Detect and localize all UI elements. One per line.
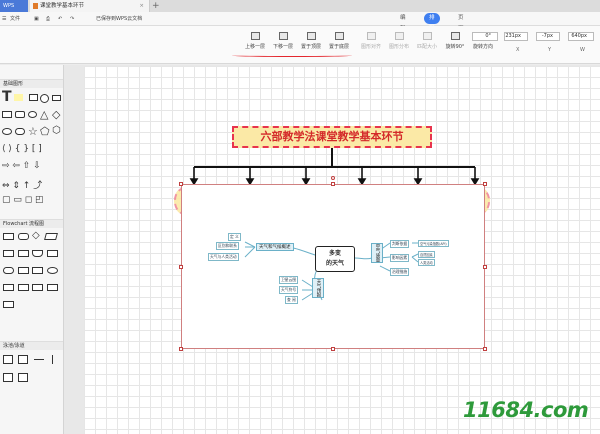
center-node-line2: 的天气 xyxy=(325,260,344,267)
branch-forecast: 天气预报 xyxy=(312,278,324,298)
leaf-human-activity: 天气与人类活动 xyxy=(208,253,239,261)
site-watermark: 11684.com xyxy=(463,398,589,422)
leaf-symbols: 天气符号 xyxy=(279,286,299,294)
mindmap-center-node: 多变 的天气 xyxy=(315,246,355,272)
leaf-satellite: 卫星云图 xyxy=(279,276,299,284)
mindmap-lines xyxy=(244,241,419,301)
leaf-factors: 影响因素 xyxy=(390,254,410,262)
leaf-difference: 区别和联系 xyxy=(216,242,239,250)
center-node-line1: 多变 xyxy=(328,250,341,257)
leaf-measures: 治理措施 xyxy=(390,268,410,276)
leaf-human: 人类活动 xyxy=(418,259,435,266)
branch-weather-climate: 天气和气候概述 xyxy=(256,243,294,251)
leaf-definition: 定 义 xyxy=(228,233,241,241)
leaf-basis: 判断依据 xyxy=(390,240,410,248)
leaf-lookup: 查 阅 xyxy=(285,296,298,304)
leaf-natural: 自然因素 xyxy=(418,251,435,258)
leaf-api: 空气污染指数(API) xyxy=(418,240,449,247)
branch-air-quality: 空气质量 xyxy=(371,243,383,263)
